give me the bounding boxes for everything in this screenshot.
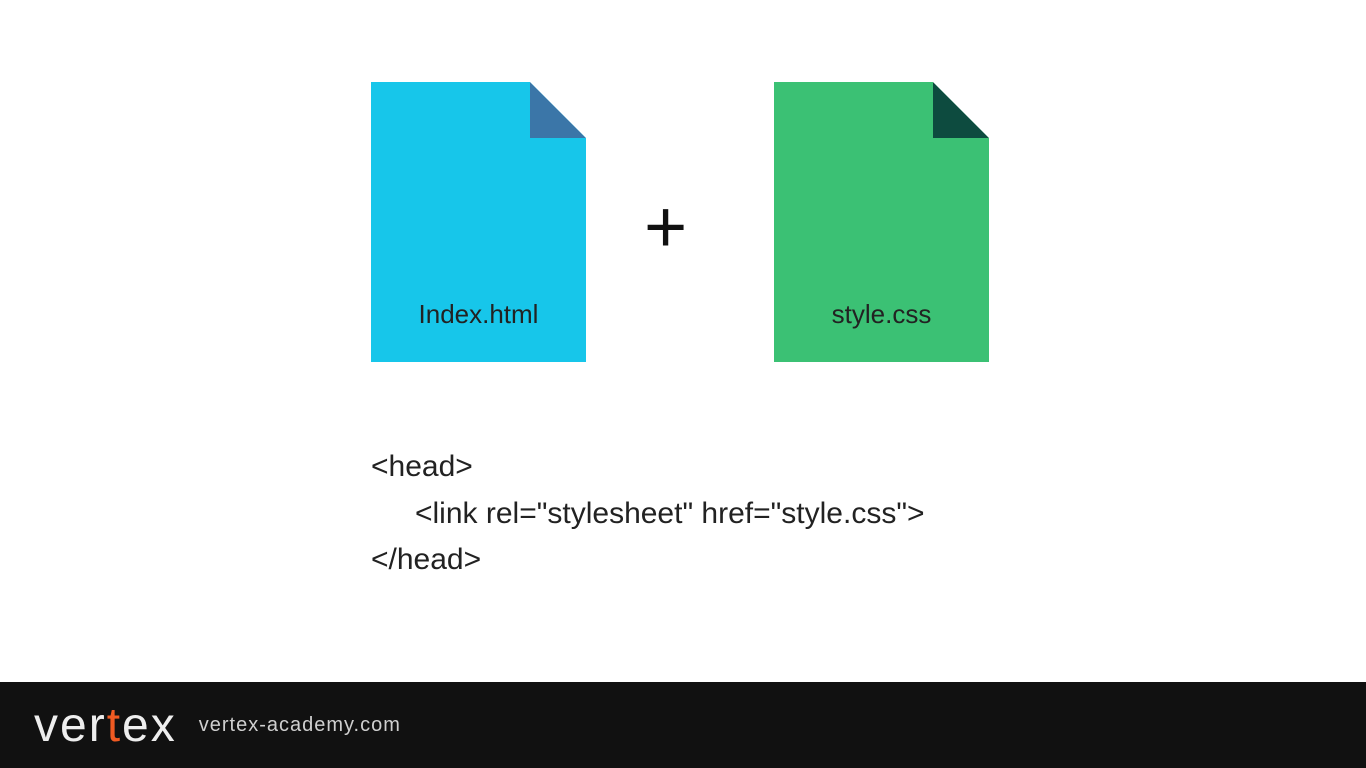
file-fold	[933, 82, 989, 138]
plus-symbol: +	[644, 190, 687, 264]
file-fold	[530, 82, 586, 138]
logo-letter: v	[34, 698, 60, 753]
vertex-logo: vertex	[34, 698, 177, 753]
logo-letter: e	[60, 698, 89, 753]
diagram-canvas: Index.html + style.css <head> <link rel=…	[0, 0, 1366, 768]
code-line-1: <head>	[371, 444, 925, 491]
code-line-3: </head>	[371, 537, 925, 584]
file-icon-css: style.css	[774, 82, 989, 362]
logo-letter: x	[151, 698, 177, 753]
footer-url: vertex-academy.com	[199, 714, 401, 737]
code-snippet: <head> <link rel="stylesheet" href="styl…	[371, 444, 925, 584]
file-icon-html: Index.html	[371, 82, 586, 362]
file-label-css: style.css	[774, 299, 989, 330]
logo-letter-accent: t	[107, 698, 122, 753]
logo-letter: e	[122, 698, 151, 753]
code-line-2: <link rel="stylesheet" href="style.css">	[371, 491, 925, 538]
logo-letter: r	[89, 698, 107, 753]
footer-bar: vertex vertex-academy.com	[0, 682, 1366, 768]
file-label-html: Index.html	[371, 299, 586, 330]
